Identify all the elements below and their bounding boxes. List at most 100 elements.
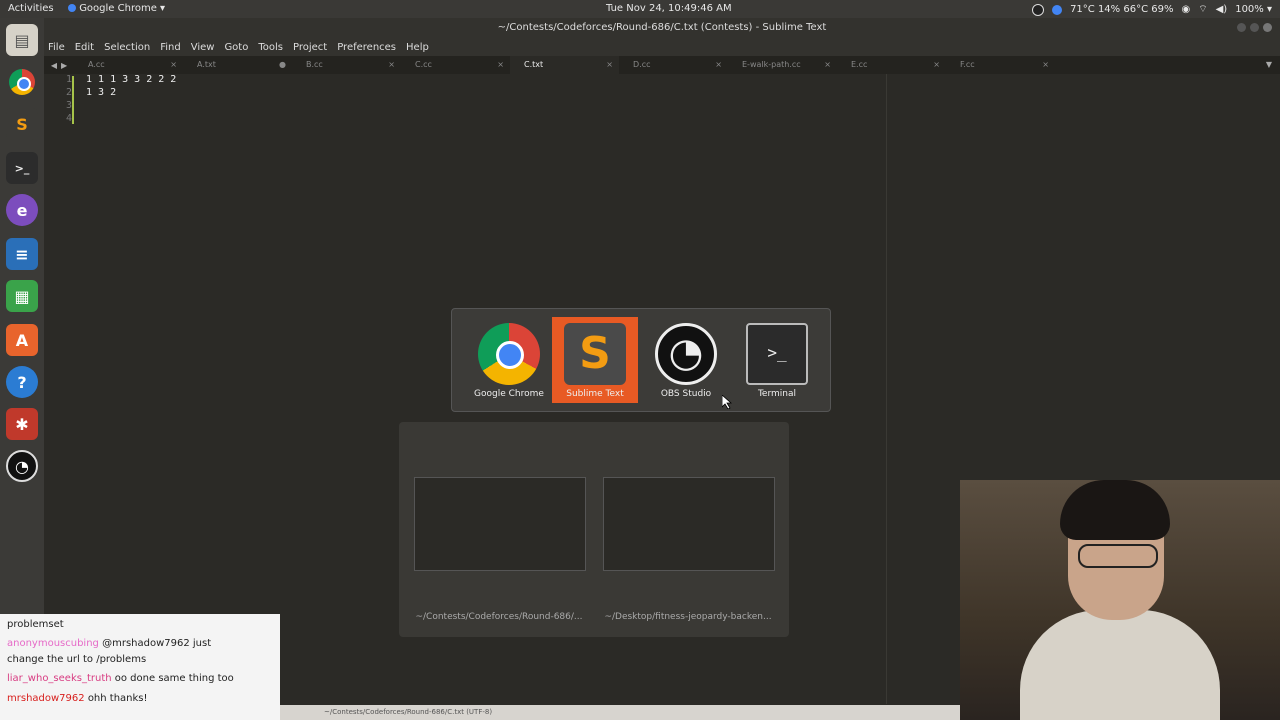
chrome-icon (478, 323, 540, 385)
menu-file[interactable]: File (48, 42, 65, 53)
code-area[interactable]: 1 1 1 3 3 2 2 2 1 3 2 (86, 74, 176, 126)
tab-modified-icon[interactable]: ● (279, 56, 286, 74)
terminal-launcher-icon[interactable]: >_ (6, 152, 38, 184)
chrome-launcher-icon[interactable] (6, 66, 38, 98)
app-menu-label: Google Chrome ▾ (79, 3, 166, 14)
files-icon[interactable]: ▤ (6, 24, 38, 56)
app-menu[interactable]: Google Chrome ▾ (68, 3, 165, 14)
window-title: ~/Contests/Codeforces/Round-686/C.txt (C… (497, 22, 827, 33)
clock[interactable]: Tue Nov 24, 10:49:46 AM (606, 3, 732, 14)
terminal-icon: >_ (746, 323, 808, 385)
tab-c-cc[interactable]: C.cc × (401, 56, 510, 74)
wifi-icon: ⌔ (1198, 4, 1208, 15)
switcher-label: Google Chrome (474, 389, 544, 399)
tab-close-icon[interactable]: × (824, 56, 831, 74)
writer-launcher-icon[interactable]: ≡ (6, 238, 38, 270)
switcher-label: OBS Studio (660, 389, 712, 399)
tab-label: C.cc (415, 60, 432, 69)
window-thumbnail[interactable] (414, 477, 586, 571)
minimize-icon[interactable] (1237, 23, 1246, 32)
menu-project[interactable]: Project (293, 42, 327, 53)
switcher-item-obs[interactable]: ◔ OBS Studio (643, 317, 729, 403)
sublime-launcher-icon[interactable]: S (6, 108, 38, 140)
tab-close-icon[interactable]: × (497, 56, 504, 74)
code-line: 1 3 2 (86, 87, 117, 98)
tab-menu-icon[interactable]: ▼ (1266, 56, 1272, 74)
menu-tools[interactable]: Tools (258, 42, 283, 53)
tab-close-icon[interactable]: × (388, 56, 395, 74)
help-icon[interactable]: ? (6, 366, 38, 398)
tab-e-cc[interactable]: E.cc × (837, 56, 946, 74)
tab-e-walk-path-cc[interactable]: E-walk-path.cc × (728, 56, 837, 74)
maximize-icon[interactable] (1250, 23, 1259, 32)
chat-username: anonymouscubing (7, 638, 99, 649)
menu-goto[interactable]: Goto (224, 42, 248, 53)
chat-username: liar_who_seeks_truth (7, 673, 112, 684)
switcher-item-terminal[interactable]: >_ Terminal (734, 317, 820, 403)
menu-find[interactable]: Find (160, 42, 181, 53)
activities-button[interactable]: Activities (8, 3, 54, 14)
settings-icon[interactable]: ✱ (6, 408, 38, 440)
menu-help[interactable]: Help (406, 42, 429, 53)
tab-next-icon[interactable]: ▶ (61, 61, 67, 70)
app-switcher: Google Chrome S Sublime Text ◔ OBS Studi… (451, 308, 831, 412)
obs-launcher-icon[interactable]: ◔ (6, 450, 38, 482)
window-thumbnail[interactable] (603, 477, 775, 571)
status-text: ~/Contests/Codeforces/Round-686/C.txt (U… (324, 708, 493, 716)
obs-tray-icon (1032, 3, 1045, 16)
chat-message: anonymouscubing @mrshadow7962 just (7, 638, 211, 649)
modified-line-marker (72, 76, 74, 124)
menu-bar: File Edit Selection Find View Goto Tools… (44, 38, 1280, 56)
webcam-person-hair (1060, 480, 1170, 540)
window-controls (1237, 23, 1272, 32)
software-center-icon[interactable]: A (6, 324, 38, 356)
tab-a-txt[interactable]: A.txt ● (183, 56, 292, 74)
tab-bar: ◀ ▶ A.cc × A.txt ● B.cc × C.cc × C.txt × D.cc ×… (44, 56, 1280, 74)
calc-launcher-icon[interactable]: ▦ (6, 280, 38, 312)
tab-close-icon[interactable]: × (715, 56, 722, 74)
tab-label: F.cc (960, 60, 975, 69)
chat-text: @mrshadow7962 just (102, 638, 212, 649)
tab-d-cc[interactable]: D.cc × (619, 56, 728, 74)
menu-preferences[interactable]: Preferences (337, 42, 396, 53)
temperature-readout: 71°C 14% 66°C 69% (1070, 4, 1174, 15)
switcher-item-sublime[interactable]: S Sublime Text (552, 317, 638, 403)
emacs-launcher-icon[interactable]: e (6, 194, 38, 226)
menu-view[interactable]: View (191, 42, 215, 53)
tab-close-icon[interactable]: × (933, 56, 940, 74)
close-icon[interactable] (1263, 23, 1272, 32)
tab-f-cc[interactable]: F.cc × (946, 56, 1055, 74)
stream-chat-overlay: problemset anonymouscubing @mrshadow7962… (0, 614, 280, 720)
switcher-item-chrome[interactable]: Google Chrome (466, 317, 552, 403)
tab-prev-icon[interactable]: ◀ (51, 61, 57, 70)
tab-nav[interactable]: ◀ ▶ (44, 56, 74, 74)
chat-text: ohh thanks! (87, 693, 148, 704)
menu-edit[interactable]: Edit (75, 42, 94, 53)
tab-label: A.txt (197, 60, 216, 69)
tab-b-cc[interactable]: B.cc × (292, 56, 401, 74)
menu-selection[interactable]: Selection (104, 42, 150, 53)
tab-close-icon[interactable]: × (606, 56, 613, 74)
ruler-line (886, 74, 887, 704)
switcher-label: Terminal (757, 389, 797, 399)
volume-icon: ◀) (1215, 4, 1228, 15)
tab-close-icon[interactable]: × (1042, 56, 1049, 74)
webcam-overlay (960, 480, 1280, 720)
tab-close-icon[interactable]: × (170, 56, 177, 74)
chrome-tray-icon (1052, 4, 1063, 15)
tab-label: B.cc (306, 60, 323, 69)
mouse-cursor (721, 394, 733, 413)
window-title-bar: ~/Contests/Codeforces/Round-686/C.txt (C… (44, 18, 1280, 38)
chat-line: problemset (7, 619, 64, 630)
tab-a-cc[interactable]: A.cc × (74, 56, 183, 74)
tab-label: A.cc (88, 60, 105, 69)
chat-text: change the url to /problems (7, 654, 147, 665)
status-area[interactable]: 71°C 14% 66°C 69% ◉ ⌔ ◀) 100% ▾ (1032, 3, 1272, 16)
tab-c-txt[interactable]: C.txt × (510, 56, 619, 74)
chat-text: oo done same thing too (114, 673, 234, 684)
chrome-icon (68, 4, 76, 12)
chat-username: mrshadow7962 (7, 693, 85, 704)
chat-message: change the url to /problems (7, 654, 146, 665)
